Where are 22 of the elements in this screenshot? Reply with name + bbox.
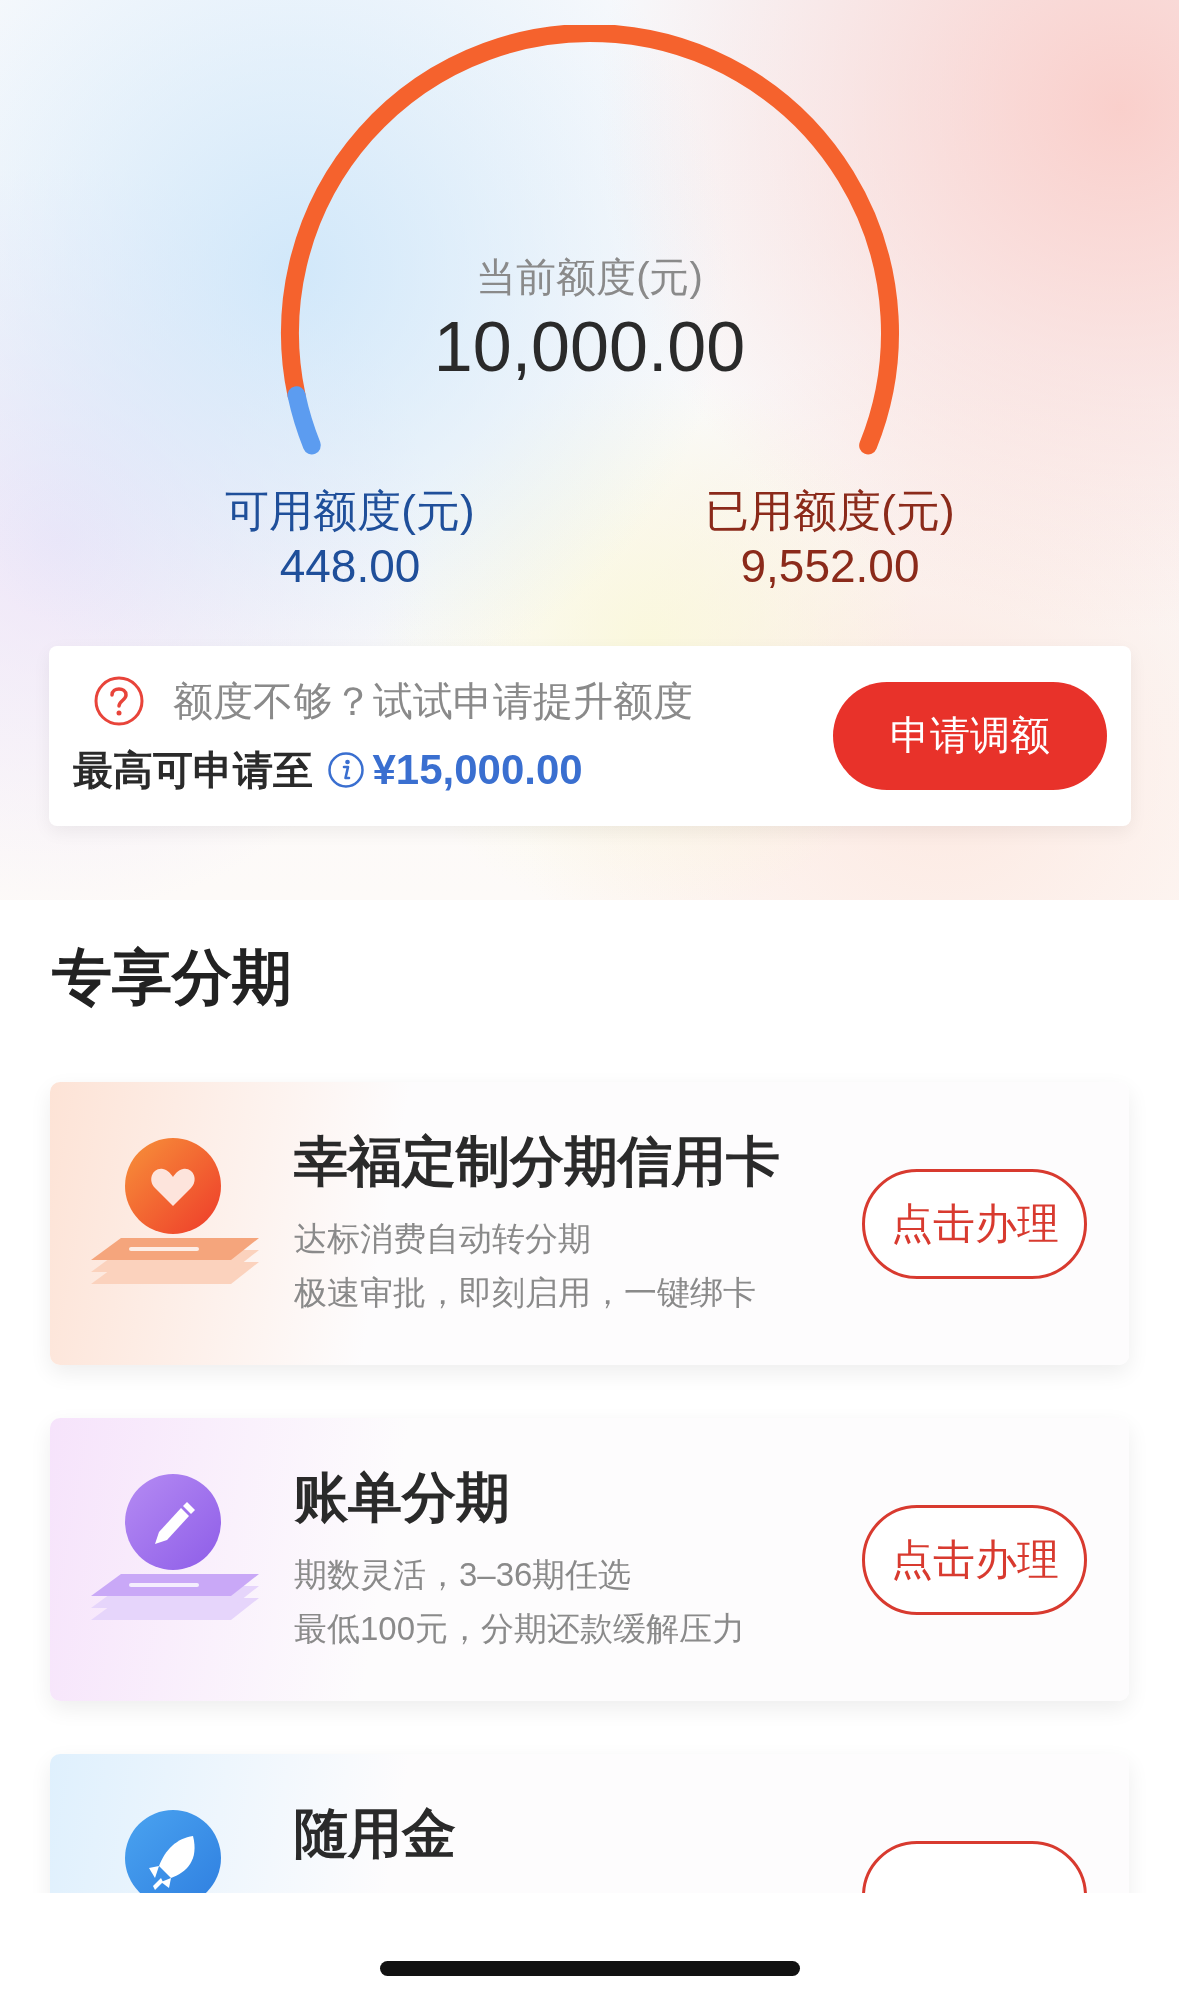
product-title: 随用金 — [294, 1802, 457, 1865]
apply-adjust-button[interactable]: 申请调额 — [832, 681, 1107, 790]
available-limit-label: 可用额度(元) — [225, 485, 475, 537]
product-description: 期数灵活，3–36期任选 — [294, 1554, 633, 1595]
product-title: 账单分期 — [294, 1466, 511, 1529]
limit-prompt: 额度不够？试试申请提升额度 — [172, 677, 693, 725]
product-title: 幸福定制分期信用卡 — [294, 1130, 781, 1193]
used-limit-label: 已用额度(元) — [705, 485, 955, 537]
max-limit-label: 最高可申请至 — [72, 746, 313, 794]
available-limit-value: 448.00 — [279, 539, 421, 594]
current-limit-amount: 10,000.00 — [433, 307, 746, 388]
product-description: 达标消费自动转分期 — [294, 1218, 592, 1259]
apply-button[interactable]: 点击办理 — [862, 1168, 1087, 1279]
apply-button[interactable]: 点击办理 — [862, 1504, 1087, 1615]
product-description: 极速审批，即刻启用，一键绑卡 — [294, 1272, 757, 1313]
section-title: 专享分期 — [51, 943, 293, 1013]
used-limit-value: 9,552.00 — [740, 539, 920, 594]
info-icon[interactable] — [326, 751, 365, 789]
gauge-title: 当前额度(元) — [476, 254, 703, 301]
help-icon — [92, 675, 145, 727]
max-limit-value: ¥15,000.00 — [372, 746, 583, 794]
product-description: 最低100元，分期还款缓解压力 — [294, 1608, 747, 1649]
